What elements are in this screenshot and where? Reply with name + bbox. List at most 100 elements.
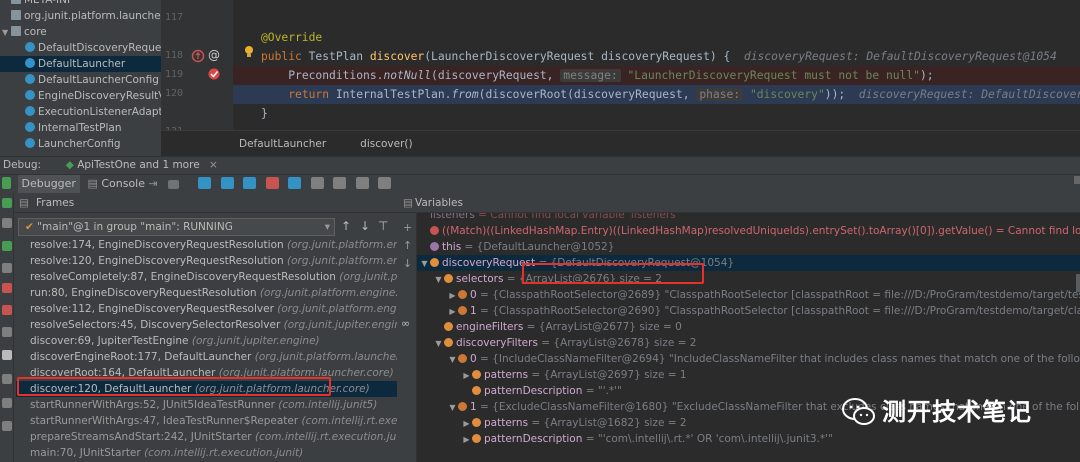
expand-arrow-icon[interactable]: ▶ [461, 416, 472, 432]
expand-arrow-icon[interactable]: ▶ [447, 304, 458, 320]
variable-row[interactable]: listeners = Cannot find local variable '… [417, 213, 1080, 223]
class-icon [25, 90, 35, 100]
menu-icon[interactable] [168, 180, 180, 189]
expand-arrow-icon[interactable]: ▶ [461, 368, 472, 384]
tree-item[interactable]: ▼ core [0, 24, 161, 40]
plus-icon[interactable]: + [403, 221, 412, 234]
variable-row[interactable]: ▶ patternDescription = "'com\.intellij\.r… [417, 431, 1080, 447]
code-editor[interactable]: @Override public TestPlan discover(Launc… [233, 0, 1080, 130]
tab-console[interactable]: ▤ Console ⇥ [83, 175, 161, 193]
up-arrow-icon[interactable]: ↑ [341, 219, 351, 233]
variable-name: patternDescription [484, 385, 583, 397]
expand-arrow-icon[interactable]: ▼ [433, 336, 444, 352]
camera-icon[interactable] [2, 350, 12, 360]
expand-arrow-icon[interactable]: ▼ [2, 25, 11, 41]
filter-icon[interactable]: ⊤ [378, 219, 388, 233]
step-into-icon[interactable] [243, 177, 257, 189]
expand-arrow-icon[interactable]: ▶ [447, 288, 458, 304]
tree-item[interactable]: org.junit.platform.launcher [0, 8, 161, 24]
tab-debugger[interactable]: Debugger [17, 175, 80, 193]
class-icon [25, 106, 35, 116]
tree-item[interactable]: EngineDiscoveryResultValida [0, 88, 161, 104]
force-step-into-icon[interactable] [265, 177, 279, 189]
variable-row[interactable]: ▼ discoveryFilters = {ArrayList@2678} siz… [417, 335, 1080, 351]
stack-frame[interactable]: discoverEngineRoot:177, DefaultLauncher … [16, 349, 397, 365]
expand-arrow-icon[interactable]: ▶ [461, 432, 472, 448]
rerun-icon[interactable] [2, 177, 11, 189]
stack-frame[interactable]: resolve:174, EngineDiscoveryRequestResol… [16, 237, 397, 253]
watches-icon[interactable]: ∞ [401, 317, 410, 330]
up-arrow-icon[interactable]: ↑ [403, 239, 412, 252]
frame-location: (org.junit.platform.engine.support.disco… [259, 287, 397, 299]
mute-breakpoints-icon[interactable] [2, 327, 12, 337]
override-method-icon[interactable] [191, 49, 205, 63]
tree-item[interactable]: DefaultLauncher [0, 56, 161, 72]
thread-selector[interactable]: ✔ "main"@1 in group "main": RUNNING ▾ [18, 218, 335, 236]
table-view-icon[interactable] [378, 177, 392, 189]
scrollbar[interactable] [1074, 176, 1080, 184]
view-breakpoints-icon[interactable] [2, 305, 12, 315]
stack-frame[interactable]: prepareStreamsAndStart:242, JUnitStarter… [16, 429, 397, 445]
variable-row[interactable]: ▼ selectors = {ArrayList@2676} size = 2 [417, 271, 1080, 287]
variable-row[interactable]: ▼ discoveryRequest = {DefaultDiscoveryReq… [417, 255, 1080, 271]
frame-location: (org.junit.platform.engine.support.disc [287, 255, 397, 267]
variable-row[interactable]: ▶ 0 = {ClasspathRootSelector@2689} "Class… [417, 287, 1080, 303]
close-icon[interactable]: × [209, 159, 218, 171]
tree-item[interactable]: ExecutionListenerAdapter [0, 104, 161, 120]
tree-item[interactable]: InternalTestPlan [0, 120, 161, 136]
tree-item[interactable]: DefaultDiscoveryRequest [0, 40, 161, 56]
rerun-icon[interactable] [2, 198, 12, 208]
stack-frame[interactable]: startRunnerWithArgs:47, IdeaTestRunner$R… [16, 413, 397, 429]
expand-arrow-icon[interactable]: ▼ [447, 352, 458, 368]
breadcrumb-method[interactable]: discover() [360, 138, 412, 150]
variable-row[interactable]: ▼ 0 = {IncludeClassNameFilter@2694} "Incl… [417, 351, 1080, 367]
step-out-icon[interactable] [288, 177, 302, 189]
breakpoint-icon[interactable] [207, 67, 221, 81]
step-over-icon[interactable] [220, 177, 234, 189]
run-to-cursor-icon[interactable] [333, 177, 347, 189]
variable-row[interactable]: ((Match)((LinkedHashMap.Entry)((LinkedHa… [417, 223, 1080, 239]
down-arrow-icon[interactable]: ↓ [360, 219, 370, 233]
variable-value: = {ClasspathRootSelector@2690} "Classpat… [476, 305, 1080, 317]
variable-row[interactable]: engineFilters = {ArrayList@2677} size = … [417, 319, 1080, 335]
stack-frame[interactable]: resolveCompletely:87, EngineDiscoveryReq… [16, 269, 397, 285]
variable-row[interactable]: this = {DefaultLauncher@1052} [417, 239, 1080, 255]
stack-frame[interactable]: startRunnerWithArgs:52, JUnit5IdeaTestRu… [16, 397, 397, 413]
evaluate-expression-icon[interactable] [355, 177, 369, 189]
field-icon [444, 322, 453, 331]
stack-frame[interactable]: resolveSelectors:45, DiscoverySelectorRe… [16, 317, 397, 333]
drop-frame-icon[interactable] [310, 177, 324, 189]
variable-row[interactable]: ▶ 1 = {ClasspathRootSelector@2690} "Class… [417, 303, 1080, 319]
stack-frame[interactable]: discover:69, JupiterTestEngine (org.juni… [16, 333, 397, 349]
frame-location: (org.junit.platform.engine. [339, 271, 397, 283]
expand-arrow-icon[interactable]: ▼ [447, 400, 458, 416]
stop-icon[interactable] [2, 283, 12, 293]
restore-layout-icon[interactable] [2, 374, 12, 384]
variable-name: 1 [470, 401, 477, 413]
stack-frame[interactable]: resolve:120, EngineDiscoveryRequestResol… [16, 253, 397, 269]
pin-icon[interactable] [2, 421, 12, 431]
run-config-tab[interactable]: ApiTestOne and 1 more [77, 159, 199, 171]
variable-row[interactable]: ▶ patterns = {ArrayList@2697} size = 1 [417, 367, 1080, 383]
stack-frame[interactable]: main:70, JUnitStarter (com.intellij.rt.e… [16, 445, 397, 461]
field-icon [430, 242, 439, 251]
resume-icon[interactable] [2, 241, 12, 251]
show-execution-point-icon[interactable] [198, 177, 212, 189]
stack-frame[interactable]: run:80, EngineDiscoveryRequestResolution… [16, 285, 397, 301]
down-arrow-icon[interactable]: ↓ [403, 257, 412, 270]
tree-item[interactable]: LauncherConfig [0, 136, 161, 152]
variable-value: = Cannot find local variable 'listeners' [474, 213, 679, 221]
breadcrumb-class[interactable]: DefaultLauncher [239, 138, 326, 150]
scrollbar[interactable] [1076, 274, 1080, 292]
stack-frame[interactable]: resolve:112, EngineDiscoveryRequestResol… [16, 301, 397, 317]
expand-arrow-icon[interactable]: ▼ [419, 256, 430, 272]
expand-arrow-icon[interactable]: ▼ [433, 272, 444, 288]
tree-item[interactable]: DefaultLauncherConfig [0, 72, 161, 88]
settings-icon[interactable] [2, 398, 12, 408]
chevron-down-icon[interactable]: ▾ [325, 219, 330, 235]
class-icon [25, 42, 35, 52]
settings-icon[interactable] [2, 218, 12, 228]
variable-value: = {IncludeClassNameFilter@2694} "Include… [480, 353, 1080, 365]
tree-item[interactable]: META-INF [0, 0, 161, 8]
pause-icon[interactable] [2, 263, 12, 273]
